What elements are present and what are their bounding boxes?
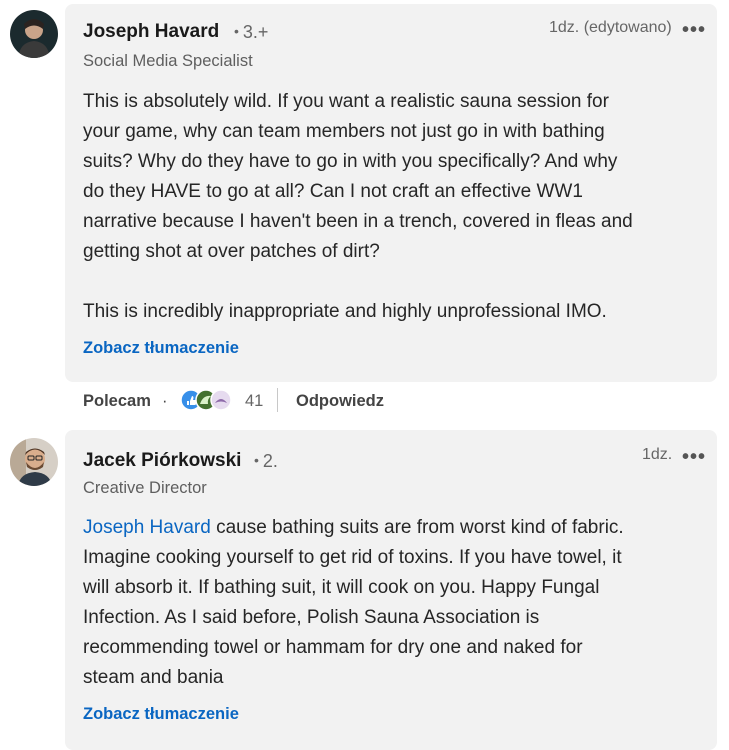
reaction-count[interactable]: 41: [245, 392, 263, 411]
action-divider: [277, 388, 278, 412]
reactions-summary[interactable]: [180, 389, 240, 411]
comment-body: Joseph Havard cause bathing suits are fr…: [83, 513, 703, 693]
avatar-photo-icon: [10, 10, 58, 58]
connection-degree: • 3.+: [234, 22, 268, 43]
degree-value: 3.+: [242, 22, 269, 42]
comment-text-line: will absorb it. If bathing suit, it will…: [83, 577, 600, 598]
more-options-icon[interactable]: •••: [682, 447, 706, 467]
comment-text-line: Joseph Havard cause bathing suits are fr…: [83, 513, 703, 543]
like-button[interactable]: Polecam: [83, 392, 151, 411]
reaction-icons: [180, 389, 232, 411]
comment-text: cause bathing suits are from worst kind …: [210, 517, 624, 538]
comment-text-line: This is incredibly inappropriate and hig…: [83, 301, 607, 322]
comment-author[interactable]: Joseph Havard: [83, 21, 219, 43]
degree-dot: •: [254, 452, 259, 468]
author-headline: Creative Director: [83, 479, 207, 497]
comment-timestamp: 1dz. (edytowano): [549, 19, 672, 36]
comment-text-line: Imagine cooking yourself to get rid of t…: [83, 547, 622, 568]
reply-button[interactable]: Odpowiedz: [296, 392, 384, 411]
avatar-photo-icon: [10, 438, 58, 486]
comment-text-line: narrative because I haven't been in a tr…: [83, 211, 633, 232]
more-options-icon[interactable]: •••: [682, 20, 706, 40]
degree-dot: •: [234, 23, 239, 39]
author-headline: Social Media Specialist: [83, 52, 253, 70]
comment-text-line: recommending towel or hammam for dry one…: [83, 637, 583, 658]
avatar[interactable]: [10, 10, 58, 58]
comment-timestamp: 1dz.: [642, 446, 673, 463]
comment-body: This is absolutely wild. If you want a r…: [83, 87, 703, 327]
comment-text-line: suits? Why do they have to go in with yo…: [83, 151, 618, 172]
author-mention-link[interactable]: Joseph Havard: [83, 517, 211, 538]
comment-text-line: This is absolutely wild. If you want a r…: [83, 91, 609, 112]
see-translation-link[interactable]: Zobacz tłumaczenie: [83, 705, 239, 724]
comment-text-line: steam and bania: [83, 667, 224, 688]
comment-text-line: your game, why can team members not just…: [83, 121, 605, 142]
degree-value: 2.: [262, 451, 278, 471]
comment-text-line: do they HAVE to go at all? Can I not cra…: [83, 181, 583, 202]
comment-author[interactable]: Jacek Piórkowski: [83, 450, 241, 472]
comment-text-line: getting shot at over patches of dirt?: [83, 241, 380, 262]
see-translation-link[interactable]: Zobacz tłumaczenie: [83, 339, 239, 358]
separator-dot: ·: [162, 392, 168, 410]
comment-text-line: Infection. As I said before, Polish Saun…: [83, 607, 540, 628]
avatar[interactable]: [10, 438, 58, 486]
connection-degree: • 2.: [254, 451, 278, 472]
